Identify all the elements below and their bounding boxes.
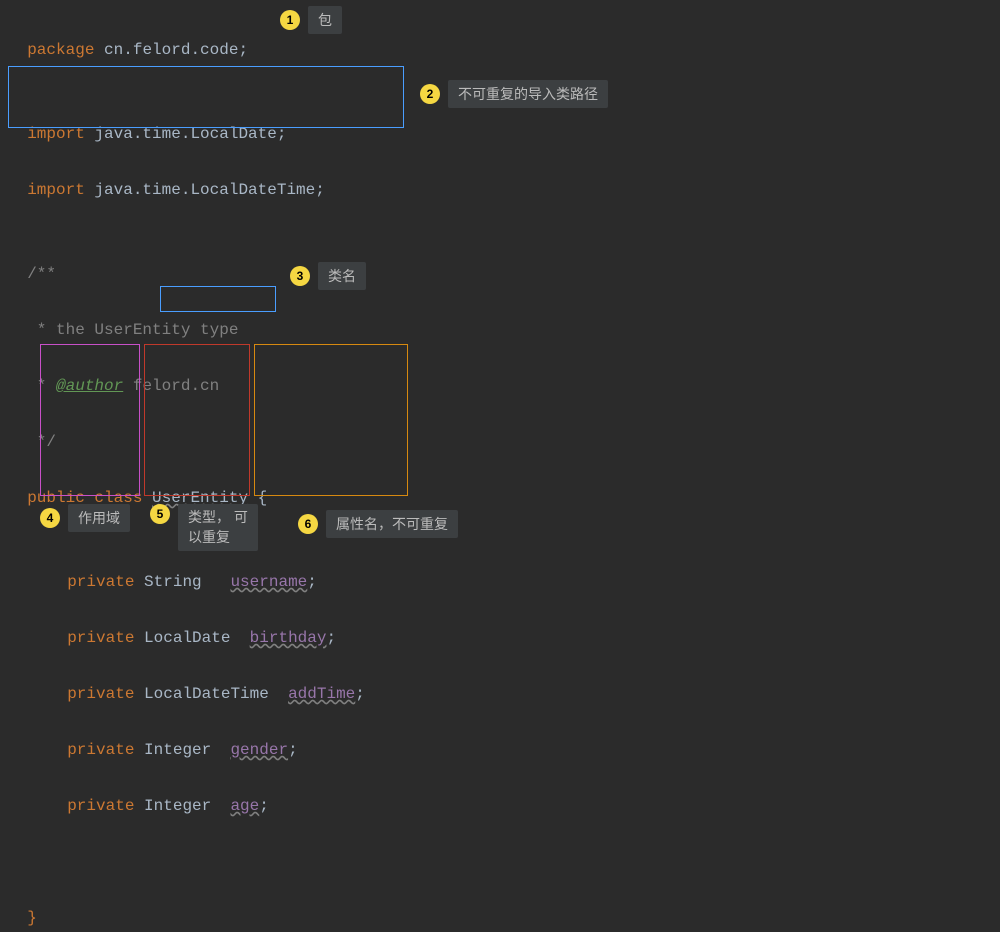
keyword-import: import (27, 181, 85, 199)
annotation-2: 2 不可重复的导入类路径 (420, 80, 608, 108)
blank-line (0, 848, 1000, 876)
badge-label: 类名 (318, 262, 366, 290)
keyword-import: import (27, 125, 85, 143)
import-path-1: java.time.LocalDate (94, 125, 276, 143)
badge-number-icon: 1 (280, 10, 300, 30)
field-line-3: private Integer gender; (0, 708, 1000, 764)
field-line-4: private Integer age; (0, 764, 1000, 820)
field-line-2: private LocalDateTime addTime; (0, 652, 1000, 708)
badge-number-icon: 6 (298, 514, 318, 534)
field-name: addTime (288, 685, 355, 703)
javadoc-author-tag: @author (56, 377, 123, 395)
line-import-2: import java.time.LocalDateTime; (0, 148, 1000, 204)
blank-line (0, 820, 1000, 848)
badge-label: 不可重复的导入类路径 (448, 80, 608, 108)
badge-number-icon: 2 (420, 84, 440, 104)
import-path-2: java.time.LocalDateTime (94, 181, 315, 199)
blank-line (0, 204, 1000, 232)
javadoc-close: */ (0, 400, 1000, 456)
field-type: LocalDateTime (144, 685, 269, 703)
field-type: Integer (144, 797, 211, 815)
field-type: LocalDate (144, 629, 230, 647)
field-name: birthday (250, 629, 327, 647)
javadoc-open: /** (0, 232, 1000, 288)
annotation-5: 5 类型， 可以重复 (150, 504, 258, 551)
annotation-6: 6 属性名，不可重复 (298, 510, 458, 538)
line-package: package cn.felord.code; (0, 8, 1000, 64)
javadoc-desc: * the UserEntity type (0, 288, 1000, 344)
line-brace-close: } (0, 876, 1000, 932)
keyword-package: package (27, 41, 94, 59)
field-name: gender (230, 741, 288, 759)
badge-label: 包 (308, 6, 342, 34)
keyword-private: private (67, 741, 134, 759)
annotation-3: 3 类名 (290, 262, 366, 290)
badge-label: 作用域 (68, 504, 130, 532)
field-type: String (144, 573, 202, 591)
annotation-1: 1 包 (280, 6, 342, 34)
package-path: cn.felord.code (104, 41, 238, 59)
keyword-private: private (67, 797, 134, 815)
keyword-private: private (67, 685, 134, 703)
badge-number-icon: 4 (40, 508, 60, 528)
field-name: age (230, 797, 259, 815)
badge-number-icon: 5 (150, 504, 170, 524)
field-line-1: private LocalDate birthday; (0, 596, 1000, 652)
badge-label: 属性名，不可重复 (326, 510, 458, 538)
field-name: username (230, 573, 307, 591)
badge-number-icon: 3 (290, 266, 310, 286)
field-type: Integer (144, 741, 211, 759)
javadoc-author: * @author felord.cn (0, 344, 1000, 400)
annotation-4: 4 作用域 (40, 504, 130, 532)
badge-label: 类型， 可以重复 (178, 504, 258, 551)
keyword-private: private (67, 629, 134, 647)
keyword-private: private (67, 573, 134, 591)
